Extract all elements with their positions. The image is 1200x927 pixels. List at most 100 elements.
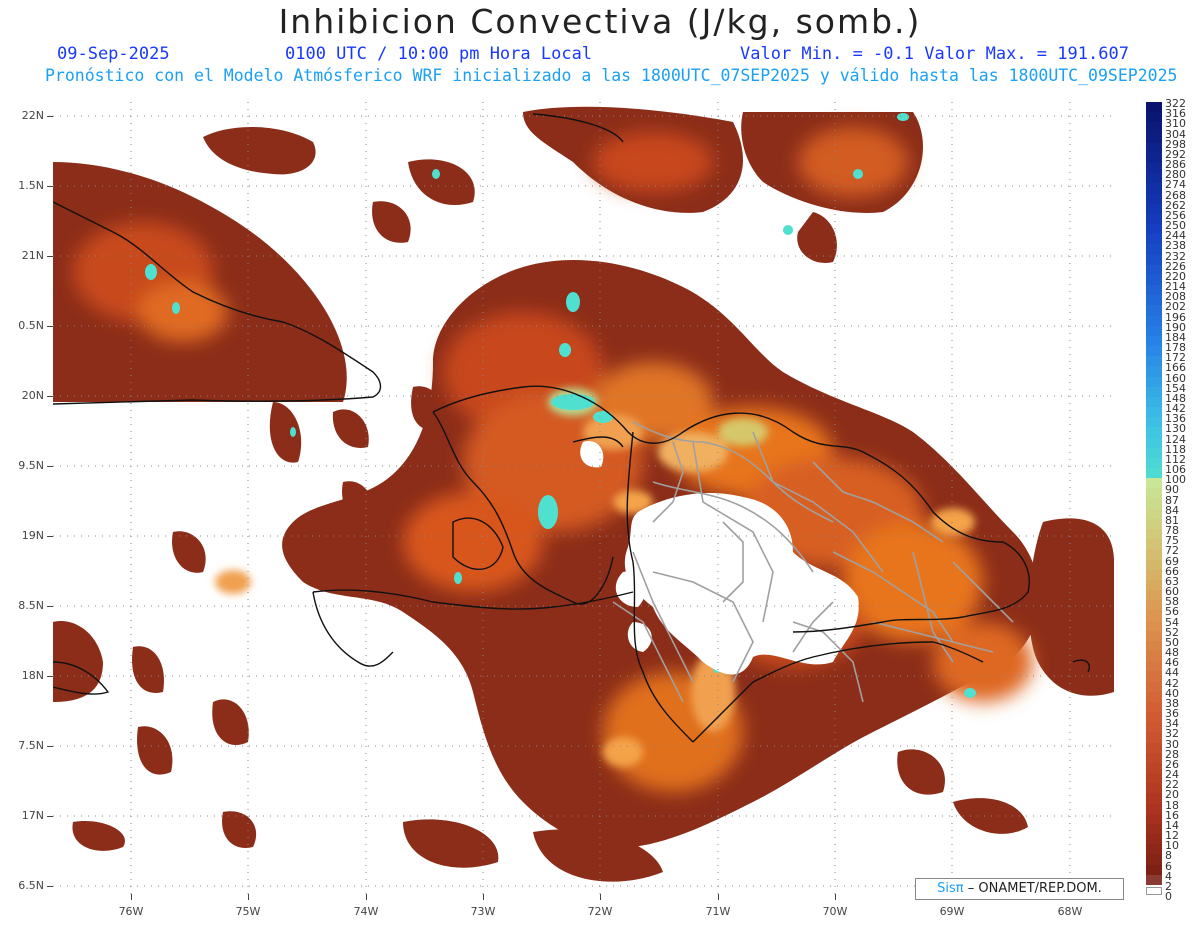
colorbar-swatch (1146, 640, 1162, 652)
lon-tick (835, 894, 836, 900)
colorbar-swatch (1146, 518, 1162, 530)
lat-label-0: 22N (21, 109, 44, 122)
colorbar-swatch (1146, 274, 1162, 286)
lon-tick (718, 894, 719, 900)
lat-tick (47, 816, 53, 817)
colorbar-swatch (1146, 681, 1162, 693)
colorbar-swatch (1146, 712, 1162, 723)
colorbar-swatch (1146, 193, 1162, 205)
lon-tick (366, 894, 367, 900)
sispi-logo: Sisπ (937, 881, 964, 896)
lat-tick (47, 746, 53, 747)
colorbar-swatch (1146, 163, 1162, 174)
colorbar-swatch (1146, 854, 1162, 866)
colorbar-swatch (1146, 773, 1162, 784)
colorbar-swatch (1146, 803, 1162, 815)
lat-tick (47, 256, 53, 257)
colorbar-swatch (1146, 224, 1162, 235)
colorbar-swatch (1146, 142, 1162, 154)
colorbar-swatch (1146, 834, 1162, 845)
lat-label-1: 1.5N (18, 179, 44, 192)
colorbar-swatch (1146, 234, 1162, 245)
colorbar-swatch (1146, 569, 1162, 581)
lon-label-2: 74W (353, 905, 379, 918)
colorbar-swatch (1146, 793, 1162, 805)
lat-tick (47, 886, 53, 887)
colorbar-swatch (1146, 325, 1162, 337)
lat-label-8: 18N (21, 669, 44, 682)
colorbar-swatch (1146, 335, 1162, 347)
forecast-time: 0100 UTC / 10:00 pm Hora Local (285, 44, 593, 64)
model-info: Pronóstico con el Modelo Atmósferico WRF… (45, 66, 1178, 85)
lat-tick (47, 536, 53, 537)
colorbar-swatch (1146, 887, 1162, 895)
colorbar-swatch (1146, 285, 1162, 296)
colorbar-swatch (1146, 102, 1162, 113)
colorbar-swatch (1146, 213, 1162, 225)
colorbar-swatch (1146, 783, 1162, 794)
colorbar (1146, 102, 1162, 902)
lat-label-10: 17N (21, 809, 44, 822)
colorbar-swatch (1146, 447, 1162, 459)
colorbar-swatch (1146, 295, 1162, 306)
colorbar-swatch (1146, 356, 1162, 367)
lat-label-9: 7.5N (18, 739, 44, 752)
lat-label-11: 6.5N (18, 879, 44, 892)
colorbar-swatch (1146, 386, 1162, 398)
lon-label-1: 75W (235, 905, 261, 918)
colorbar-swatch (1146, 478, 1162, 489)
colorbar-swatch (1146, 498, 1162, 510)
colorbar-swatch (1146, 417, 1162, 428)
colorbar-swatch (1146, 305, 1162, 317)
colorbar-swatch (1146, 600, 1162, 611)
colorbar-swatch (1146, 254, 1162, 266)
colorbar-swatch (1146, 183, 1162, 195)
colorbar-swatch (1146, 620, 1162, 632)
lat-label-3: 0.5N (18, 319, 44, 332)
lat-label-2: 21N (21, 249, 44, 262)
colorbar-swatch (1146, 559, 1162, 571)
lon-tick (131, 894, 132, 900)
colorbar-swatch (1146, 823, 1162, 835)
colorbar-swatch (1146, 173, 1162, 184)
colorbar-swatch (1146, 549, 1162, 561)
lat-label-5: 9.5N (18, 459, 44, 472)
colorbar-swatch (1146, 844, 1162, 855)
colorbar-swatch (1146, 691, 1162, 703)
lon-tick (248, 894, 249, 900)
colorbar-swatch (1146, 701, 1162, 713)
colorbar-swatch (1146, 752, 1162, 764)
lat-tick (47, 396, 53, 397)
colorbar-swatch (1146, 813, 1162, 825)
lon-label-0: 76W (118, 905, 144, 918)
colorbar-swatch (1146, 579, 1162, 591)
map-title: Inhibicion Convectiva (J/kg, somb.) (278, 2, 922, 41)
colorbar-swatch (1146, 132, 1162, 144)
colorbar-swatch (1146, 346, 1162, 357)
colorbar-swatch (1146, 742, 1162, 754)
lon-label-3: 73W (470, 905, 496, 918)
colorbar-swatch (1146, 437, 1162, 449)
colorbar-swatch (1146, 376, 1162, 388)
colorbar-swatch (1146, 396, 1162, 408)
lon-label-4: 72W (587, 905, 613, 918)
colorbar-swatch (1146, 152, 1162, 164)
colorbar-swatch (1146, 264, 1162, 276)
colorbar-label: 0 (1165, 890, 1172, 903)
lat-tick (47, 676, 53, 677)
colorbar-swatch (1146, 722, 1162, 733)
colorbar-swatch (1146, 762, 1162, 774)
lat-tick (47, 326, 53, 327)
lon-label-6: 70W (822, 905, 848, 918)
colorbar-swatch (1146, 468, 1162, 479)
lat-tick (47, 606, 53, 607)
colorbar-swatch (1146, 457, 1162, 469)
lat-tick (47, 466, 53, 467)
colorbar-swatch (1146, 508, 1162, 520)
colorbar-swatch (1146, 651, 1162, 662)
colorbar-swatch (1146, 203, 1162, 215)
colorbar-swatch (1146, 874, 1162, 886)
colorbar-swatch (1146, 112, 1162, 123)
colorbar-swatch (1146, 590, 1162, 601)
colorbar-swatch (1146, 488, 1162, 500)
